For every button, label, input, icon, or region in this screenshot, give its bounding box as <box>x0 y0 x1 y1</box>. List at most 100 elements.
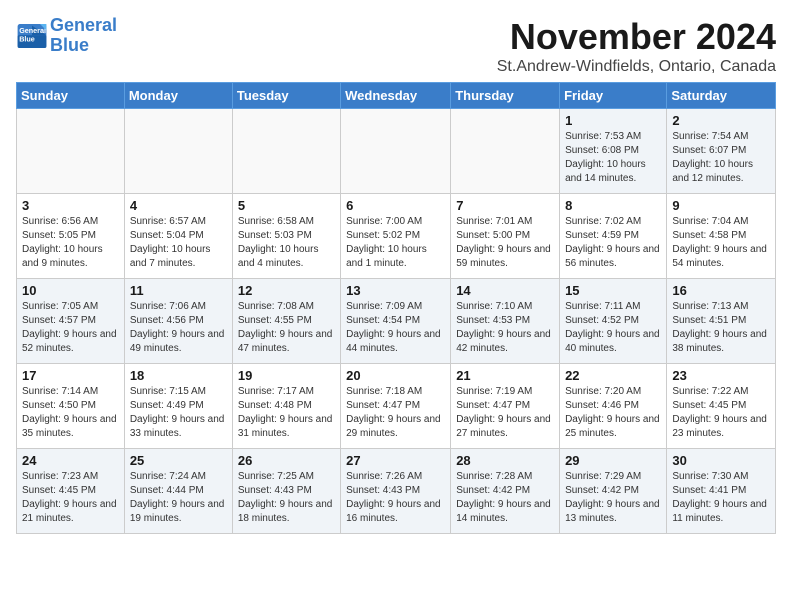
day-number: 20 <box>346 368 445 383</box>
svg-text:General: General <box>19 26 46 35</box>
day-number: 8 <box>565 198 661 213</box>
day-info: Sunrise: 7:28 AM Sunset: 4:42 PM Dayligh… <box>456 470 554 526</box>
calendar-cell <box>232 109 340 194</box>
day-number: 19 <box>238 368 335 383</box>
day-info: Sunrise: 7:18 AM Sunset: 4:47 PM Dayligh… <box>346 385 445 441</box>
day-info: Sunrise: 7:00 AM Sunset: 5:02 PM Dayligh… <box>346 215 445 271</box>
calendar-cell: 26 Sunrise: 7:25 AM Sunset: 4:43 PM Dayli… <box>232 449 340 534</box>
calendar-cell: 10 Sunrise: 7:05 AM Sunset: 4:57 PM Dayli… <box>17 279 125 364</box>
calendar-cell <box>124 109 232 194</box>
day-info: Sunrise: 6:57 AM Sunset: 5:04 PM Dayligh… <box>130 215 227 271</box>
calendar-cell: 6 Sunrise: 7:00 AM Sunset: 5:02 PM Daylig… <box>341 194 451 279</box>
calendar-cell: 17Sunrise: 7:14 AM Sunset: 4:50 PM Dayli… <box>17 364 125 449</box>
calendar-cell: 28 Sunrise: 7:28 AM Sunset: 4:42 PM Dayli… <box>451 449 560 534</box>
day-info: Sunrise: 7:24 AM Sunset: 4:44 PM Dayligh… <box>130 470 227 526</box>
page-header: General Blue General Blue November 2024 … <box>16 16 776 76</box>
weekday-saturday: Saturday <box>667 83 776 109</box>
calendar-cell <box>341 109 451 194</box>
day-info: Sunrise: 7:26 AM Sunset: 4:43 PM Dayligh… <box>346 470 445 526</box>
day-info: Sunrise: 7:02 AM Sunset: 4:59 PM Dayligh… <box>565 215 661 271</box>
svg-text:Blue: Blue <box>19 34 35 43</box>
day-info: Sunrise: 7:30 AM Sunset: 4:41 PM Dayligh… <box>672 470 770 526</box>
calendar-cell: 18Sunrise: 7:15 AM Sunset: 4:49 PM Dayli… <box>124 364 232 449</box>
logo-icon: General Blue <box>16 22 48 50</box>
day-info: Sunrise: 7:01 AM Sunset: 5:00 PM Dayligh… <box>456 215 554 271</box>
day-number: 28 <box>456 453 554 468</box>
day-number: 6 <box>346 198 445 213</box>
day-info: Sunrise: 7:09 AM Sunset: 4:54 PM Dayligh… <box>346 300 445 356</box>
day-info: Sunrise: 7:04 AM Sunset: 4:58 PM Dayligh… <box>672 215 770 271</box>
calendar-title: November 2024 <box>497 16 776 58</box>
logo: General Blue General Blue <box>16 16 117 56</box>
day-info: Sunrise: 7:08 AM Sunset: 4:55 PM Dayligh… <box>238 300 335 356</box>
calendar-cell: 1 Sunrise: 7:53 AM Sunset: 6:08 PM Daylig… <box>560 109 667 194</box>
calendar-subtitle: St.Andrew-Windfields, Ontario, Canada <box>497 58 776 76</box>
day-info: Sunrise: 7:53 AM Sunset: 6:08 PM Dayligh… <box>565 130 661 186</box>
logo-line1: General <box>50 15 117 35</box>
calendar-cell: 23 Sunrise: 7:22 AM Sunset: 4:45 PM Dayli… <box>667 364 776 449</box>
calendar-cell: 15 Sunrise: 7:11 AM Sunset: 4:52 PM Dayli… <box>560 279 667 364</box>
day-number: 10 <box>22 283 119 298</box>
day-number: 15 <box>565 283 661 298</box>
day-number: 26 <box>238 453 335 468</box>
calendar-week-3: 17Sunrise: 7:14 AM Sunset: 4:50 PM Dayli… <box>17 364 776 449</box>
day-number: 29 <box>565 453 661 468</box>
calendar-cell: 14Sunrise: 7:10 AM Sunset: 4:53 PM Dayli… <box>451 279 560 364</box>
day-info: Sunrise: 7:17 AM Sunset: 4:48 PM Dayligh… <box>238 385 335 441</box>
calendar-cell: 19 Sunrise: 7:17 AM Sunset: 4:48 PM Dayli… <box>232 364 340 449</box>
calendar-cell: 25Sunrise: 7:24 AM Sunset: 4:44 PM Dayli… <box>124 449 232 534</box>
day-number: 16 <box>672 283 770 298</box>
calendar-cell: 2 Sunrise: 7:54 AM Sunset: 6:07 PM Daylig… <box>667 109 776 194</box>
calendar-cell <box>451 109 560 194</box>
calendar-cell: 21 Sunrise: 7:19 AM Sunset: 4:47 PM Dayli… <box>451 364 560 449</box>
day-info: Sunrise: 7:14 AM Sunset: 4:50 PM Dayligh… <box>22 385 119 441</box>
logo-line2: Blue <box>50 35 89 55</box>
day-info: Sunrise: 7:06 AM Sunset: 4:56 PM Dayligh… <box>130 300 227 356</box>
calendar-cell: 8 Sunrise: 7:02 AM Sunset: 4:59 PM Daylig… <box>560 194 667 279</box>
calendar-week-4: 24Sunrise: 7:23 AM Sunset: 4:45 PM Dayli… <box>17 449 776 534</box>
weekday-monday: Monday <box>124 83 232 109</box>
day-number: 12 <box>238 283 335 298</box>
day-info: Sunrise: 7:25 AM Sunset: 4:43 PM Dayligh… <box>238 470 335 526</box>
calendar-cell: 5Sunrise: 6:58 AM Sunset: 5:03 PM Daylig… <box>232 194 340 279</box>
day-number: 3 <box>22 198 119 213</box>
calendar-cell: 27 Sunrise: 7:26 AM Sunset: 4:43 PM Dayli… <box>341 449 451 534</box>
day-number: 27 <box>346 453 445 468</box>
day-info: Sunrise: 7:19 AM Sunset: 4:47 PM Dayligh… <box>456 385 554 441</box>
day-info: Sunrise: 7:15 AM Sunset: 4:49 PM Dayligh… <box>130 385 227 441</box>
calendar-cell: 29 Sunrise: 7:29 AM Sunset: 4:42 PM Dayli… <box>560 449 667 534</box>
calendar-cell: 3Sunrise: 6:56 AM Sunset: 5:05 PM Daylig… <box>17 194 125 279</box>
day-info: Sunrise: 7:54 AM Sunset: 6:07 PM Dayligh… <box>672 130 770 186</box>
day-number: 14 <box>456 283 554 298</box>
day-number: 30 <box>672 453 770 468</box>
calendar-week-2: 10 Sunrise: 7:05 AM Sunset: 4:57 PM Dayli… <box>17 279 776 364</box>
calendar-cell: 9Sunrise: 7:04 AM Sunset: 4:58 PM Daylig… <box>667 194 776 279</box>
day-number: 2 <box>672 113 770 128</box>
day-number: 4 <box>130 198 227 213</box>
calendar-cell: 20 Sunrise: 7:18 AM Sunset: 4:47 PM Dayli… <box>341 364 451 449</box>
calendar-week-1: 3Sunrise: 6:56 AM Sunset: 5:05 PM Daylig… <box>17 194 776 279</box>
weekday-header-row: SundayMondayTuesdayWednesdayThursdayFrid… <box>17 83 776 109</box>
day-info: Sunrise: 7:29 AM Sunset: 4:42 PM Dayligh… <box>565 470 661 526</box>
calendar-table: SundayMondayTuesdayWednesdayThursdayFrid… <box>16 82 776 534</box>
day-info: Sunrise: 7:22 AM Sunset: 4:45 PM Dayligh… <box>672 385 770 441</box>
day-info: Sunrise: 7:20 AM Sunset: 4:46 PM Dayligh… <box>565 385 661 441</box>
day-number: 7 <box>456 198 554 213</box>
day-info: Sunrise: 7:11 AM Sunset: 4:52 PM Dayligh… <box>565 300 661 356</box>
day-number: 13 <box>346 283 445 298</box>
day-info: Sunrise: 7:05 AM Sunset: 4:57 PM Dayligh… <box>22 300 119 356</box>
title-area: November 2024 St.Andrew-Windfields, Onta… <box>497 16 776 76</box>
day-number: 21 <box>456 368 554 383</box>
calendar-cell: 13 Sunrise: 7:09 AM Sunset: 4:54 PM Dayli… <box>341 279 451 364</box>
calendar-week-0: 1 Sunrise: 7:53 AM Sunset: 6:08 PM Daylig… <box>17 109 776 194</box>
day-number: 1 <box>565 113 661 128</box>
calendar-cell: 30 Sunrise: 7:30 AM Sunset: 4:41 PM Dayli… <box>667 449 776 534</box>
day-number: 5 <box>238 198 335 213</box>
calendar-body: 1 Sunrise: 7:53 AM Sunset: 6:08 PM Daylig… <box>17 109 776 534</box>
day-info: Sunrise: 7:13 AM Sunset: 4:51 PM Dayligh… <box>672 300 770 356</box>
weekday-sunday: Sunday <box>17 83 125 109</box>
calendar-cell: 22Sunrise: 7:20 AM Sunset: 4:46 PM Dayli… <box>560 364 667 449</box>
calendar-cell: 16 Sunrise: 7:13 AM Sunset: 4:51 PM Dayli… <box>667 279 776 364</box>
day-number: 11 <box>130 283 227 298</box>
day-number: 23 <box>672 368 770 383</box>
